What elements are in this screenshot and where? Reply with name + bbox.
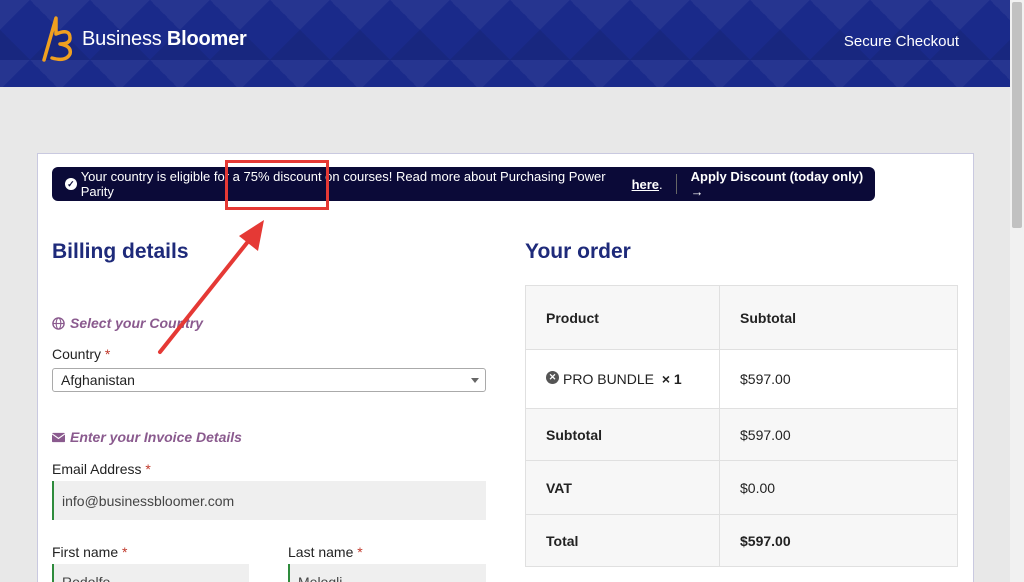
brand-name: Business Bloomer (82, 28, 247, 51)
ppp-here-link[interactable]: here (632, 177, 659, 192)
subtotal-label: Subtotal (525, 408, 720, 461)
country-label: Country * (52, 346, 110, 362)
email-field-value: info@businessbloomer.com (62, 492, 235, 509)
your-order-heading: Your order (525, 240, 631, 263)
check-circle-icon: ✓ (65, 178, 77, 190)
subtotal-value: $597.00 (719, 408, 958, 461)
scrollbar-thumb[interactable] (1012, 2, 1022, 228)
logo[interactable]: Business Bloomer (36, 14, 247, 64)
last-name-label: Last name * (288, 544, 363, 560)
select-country-section: Select your Country (52, 315, 203, 331)
brand-name-bold: Bloomer (166, 27, 247, 50)
last-name-value: Melogli (298, 574, 343, 582)
required-marker: * (145, 461, 151, 477)
product-name: PRO BUNDLE (563, 371, 655, 387)
total-value: $597.00 (719, 514, 958, 567)
brand-name-light: Business (82, 27, 162, 50)
arrow-right-icon: → (690, 184, 704, 199)
total-label: Total (525, 514, 720, 567)
last-name-label-text: Last name (288, 544, 354, 560)
site-header: Business Bloomer Secure Checkout (0, 0, 1010, 87)
business-bloomer-logo-icon (42, 16, 73, 62)
country-label-text: Country (52, 346, 102, 362)
first-name-field[interactable]: Rodolfo (52, 564, 249, 582)
product-price: $597.00 (719, 349, 958, 409)
country-select[interactable]: Afghanistan (52, 368, 486, 392)
billing-details-heading: Billing details (52, 240, 189, 263)
table-header-row: Product Subtotal (525, 285, 958, 350)
apply-discount-label: Apply Discount (today only) (690, 169, 864, 184)
vat-label: VAT (525, 460, 720, 515)
notice-period: . (659, 176, 663, 192)
page-scrollbar[interactable] (1010, 0, 1024, 582)
required-marker: * (104, 346, 111, 362)
annotation-highlight-box (225, 160, 329, 210)
table-row: ✕ PRO BUNDLE × 1 $597.00 (525, 349, 958, 409)
first-name-label: First name * (52, 544, 127, 560)
country-selected-value: Afghanistan (61, 372, 135, 388)
email-field[interactable]: info@businessbloomer.com (52, 481, 486, 520)
last-name-field[interactable]: Melogli (288, 564, 486, 582)
apply-discount-button[interactable]: Apply Discount (today only) → (691, 169, 875, 199)
chevron-down-icon (471, 378, 479, 383)
product-column-header: Product (525, 285, 720, 350)
envelope-icon (52, 432, 65, 442)
first-name-label-text: First name (52, 544, 119, 560)
first-name-value: Rodolfo (62, 574, 111, 582)
order-summary-table: Product Subtotal ✕ PRO BUNDLE × 1 $597.00… (525, 285, 958, 567)
ppp-discount-notice: ✓ Your country is eligible for a 75% dis… (52, 167, 875, 201)
product-cell: ✕ PRO BUNDLE × 1 (525, 349, 720, 409)
invoice-details-label: Enter your Invoice Details (70, 429, 242, 445)
email-label: Email Address * (52, 461, 151, 477)
product-quantity: × 1 (661, 371, 682, 387)
email-label-text: Email Address (52, 461, 142, 477)
required-marker: * (357, 544, 363, 560)
secure-checkout-label: Secure Checkout (843, 33, 959, 50)
remove-item-icon[interactable]: ✕ (546, 371, 559, 384)
globe-icon (52, 316, 65, 330)
table-row: Subtotal $597.00 (525, 408, 958, 461)
table-row: Total $597.00 (525, 514, 958, 567)
notice-text: Your country is eligible for a 75% disco… (80, 169, 606, 199)
subtotal-column-header: Subtotal (719, 285, 958, 350)
notice-divider (675, 174, 677, 194)
invoice-details-section: Enter your Invoice Details (52, 429, 242, 445)
select-country-label: Select your Country (70, 315, 204, 331)
table-row: VAT $0.00 (525, 460, 958, 515)
required-marker: * (122, 544, 128, 560)
vat-value: $0.00 (719, 460, 958, 515)
